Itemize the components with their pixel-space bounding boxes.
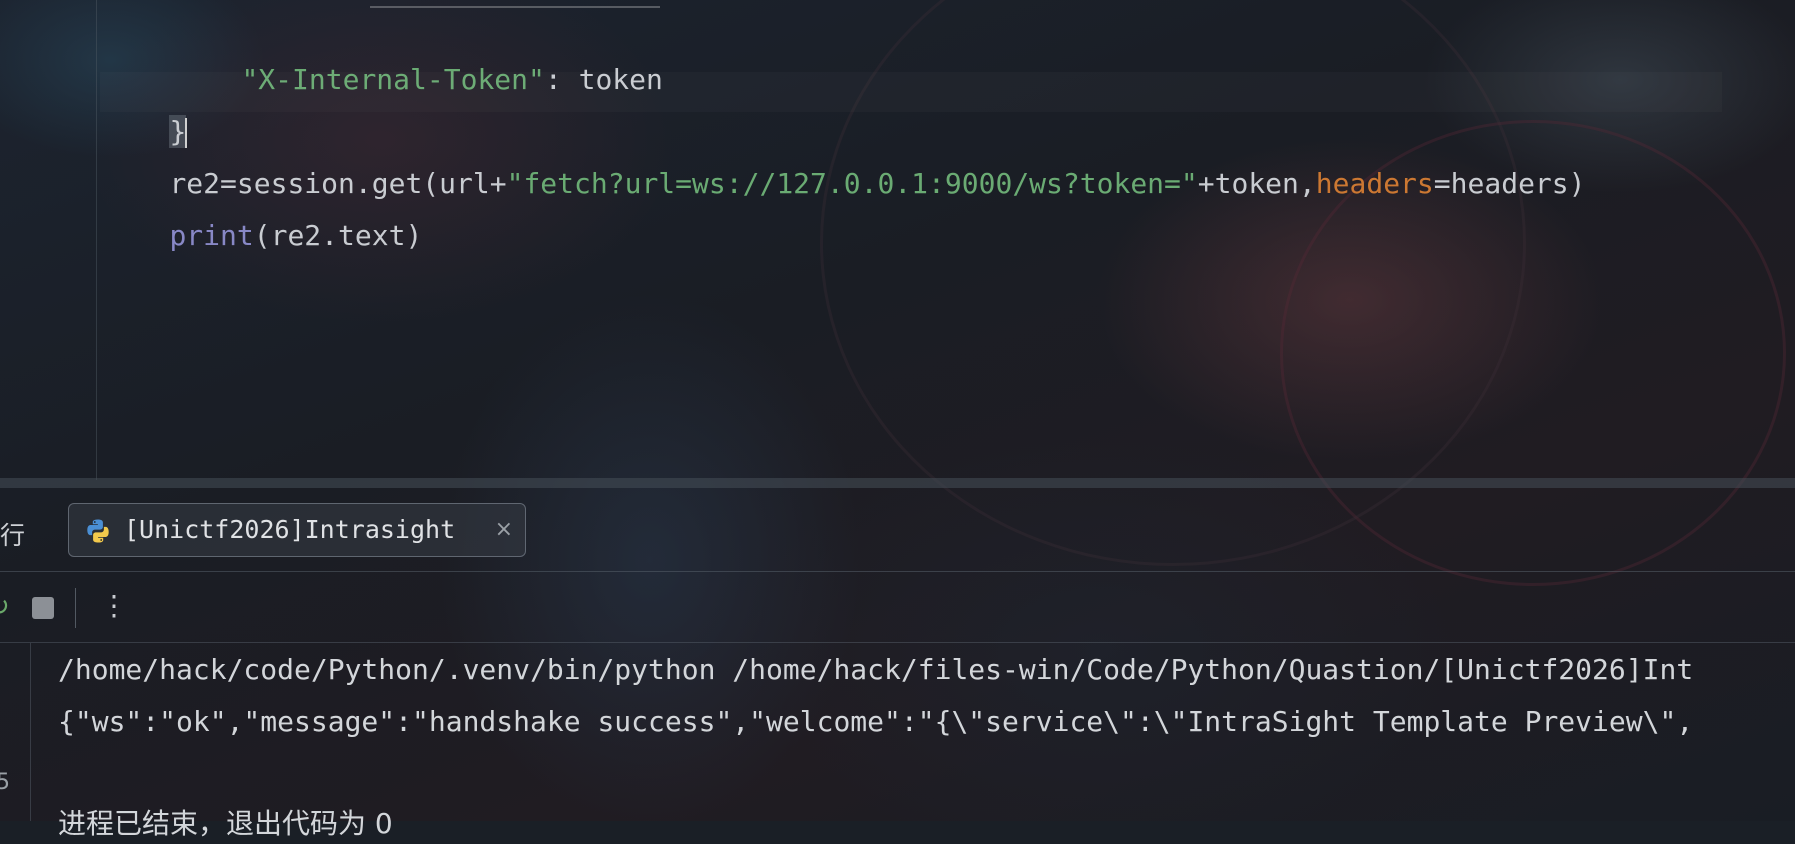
python-icon <box>87 519 109 543</box>
fetch-url-string: "fetch?url=ws://127.0.0.1:9000/ws?token=… <box>506 167 1198 200</box>
clipped-code-line <box>370 0 660 8</box>
code-line-print[interactable]: print(re2.text) <box>102 176 422 252</box>
code-line-session-get[interactable]: re2=session.get(url+"fetch?url=ws://127.… <box>102 124 1585 200</box>
code-line-closing-brace[interactable]: } <box>100 72 1722 148</box>
console-side-glyph: 5 <box>0 770 10 795</box>
editor-gutter-line <box>96 0 97 480</box>
console-line-exit[interactable]: 进程已结束，退出代码为 0 <box>58 804 393 844</box>
run-tab-title: [Unictf2026]Intrasight <box>124 515 456 544</box>
code-line-token-header[interactable]: "X-Internal-Token": token <box>174 20 662 96</box>
headers-value: =headers) <box>1433 167 1586 200</box>
headers-keyword-arg: headers <box>1315 167 1434 200</box>
run-panel-label: 行 <box>0 521 26 550</box>
code-token-concat: +token, <box>1197 167 1316 200</box>
console-line-output[interactable]: {"ws":"ok","message":"handshake success"… <box>58 702 1693 742</box>
print-args: (re2.text) <box>253 219 423 252</box>
run-tab-intrasight[interactable]: [Unictf2026]Intrasight × <box>68 503 526 557</box>
close-icon[interactable]: × <box>495 504 513 556</box>
more-options-icon[interactable]: ⋮ <box>100 586 128 626</box>
stop-icon[interactable] <box>32 597 54 619</box>
toolbar-divider <box>0 642 1795 643</box>
toolbar-separator <box>75 588 76 628</box>
console-line-command[interactable]: /home/hack/code/Python/.venv/bin/python … <box>58 650 1693 690</box>
console-gutter-line <box>30 643 31 821</box>
run-toolbar: ↻ ⋮ <box>0 580 1795 636</box>
run-header-divider <box>0 571 1795 572</box>
code-editor[interactable]: "X-Internal-Token": token } re2=session.… <box>0 0 1795 480</box>
print-builtin: print <box>169 219 254 252</box>
rerun-icon[interactable]: ↻ <box>0 593 10 621</box>
panel-splitter[interactable] <box>0 478 1795 488</box>
